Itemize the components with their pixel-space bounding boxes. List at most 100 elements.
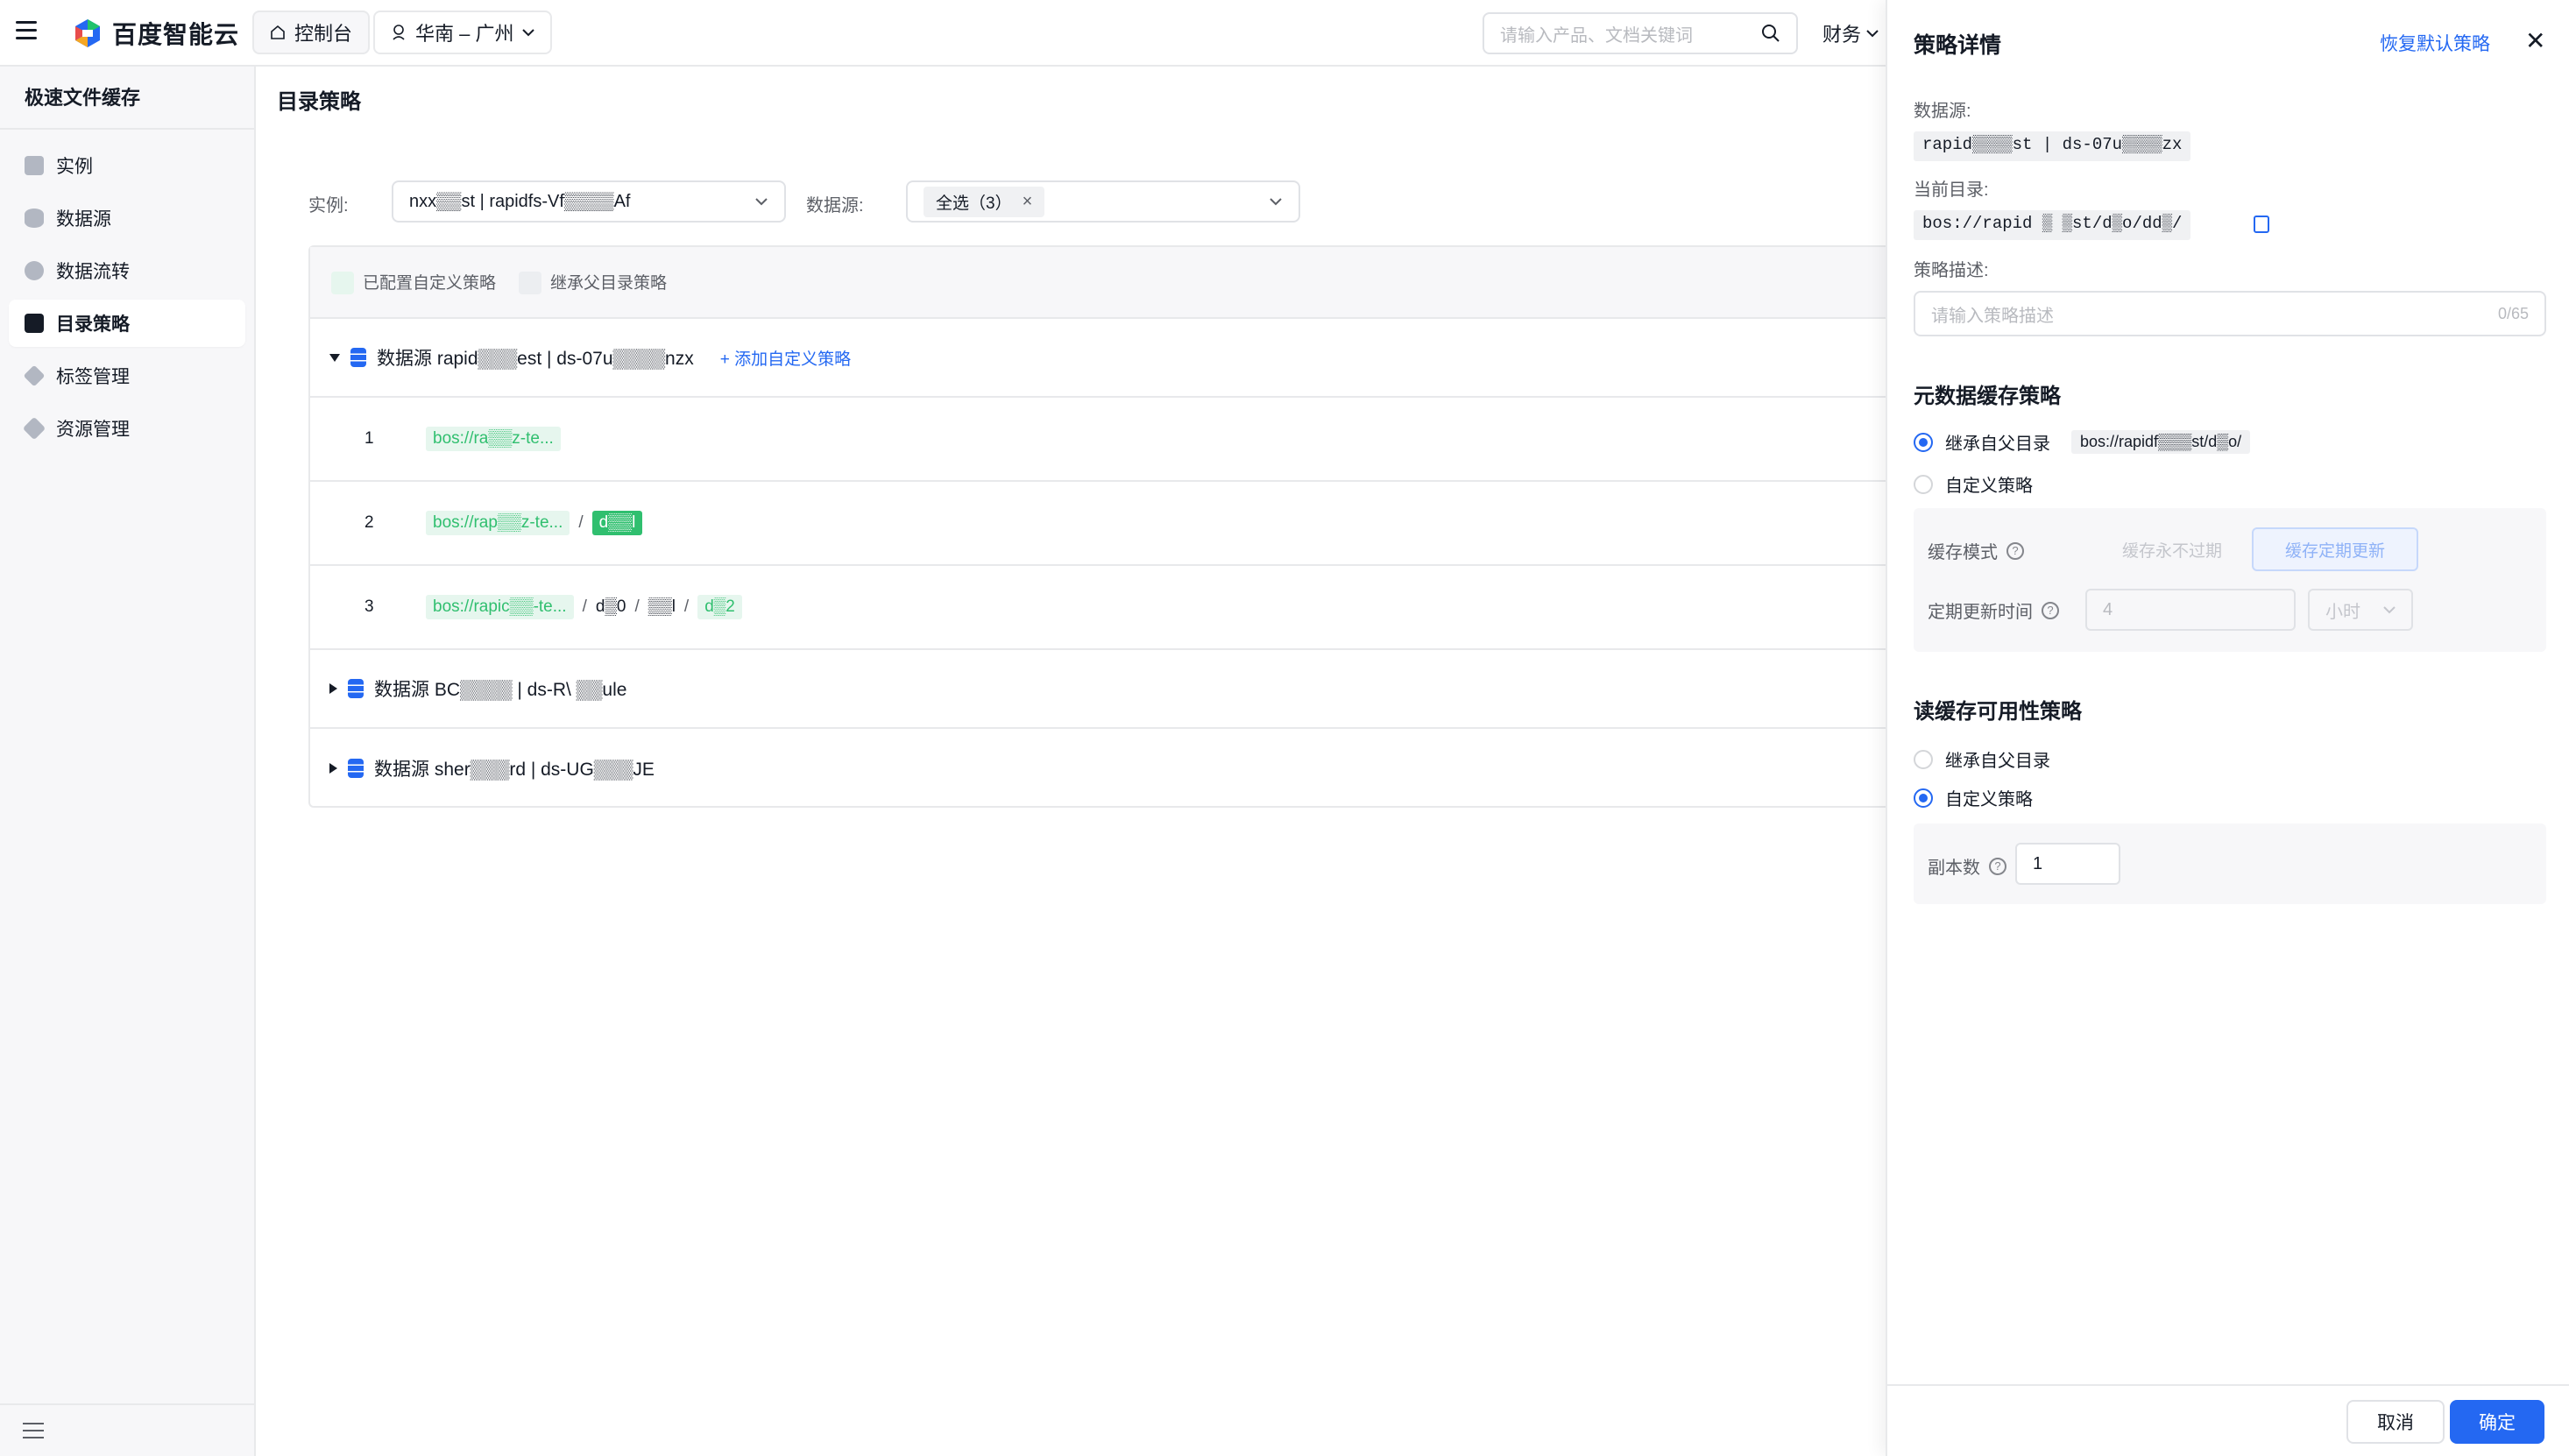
tag-close-icon[interactable]: × — [1023, 192, 1033, 212]
search-input[interactable]: 请输入产品、文档关键词 — [1483, 12, 1798, 54]
app-root: 百度智能云 控制台 华南 – 广州 请输入产品、文档关键词 财务 极速文件缓存 … — [0, 0, 2569, 1456]
close-icon[interactable]: ✕ — [2525, 26, 2545, 55]
add-custom-policy-link[interactable]: + 添加自定义策略 — [720, 346, 851, 370]
region-select[interactable]: 华南 – 广州 — [373, 11, 553, 54]
finance-label: 财务 — [1822, 24, 1862, 46]
path-row[interactable]: 3 bos://rapic▒▒-te... / d▒0 / ▒▒l / d▒2 — [310, 566, 1886, 650]
radio-unchecked-icon[interactable] — [1914, 749, 1933, 769]
layers-icon — [22, 416, 46, 441]
menu-icon[interactable] — [16, 21, 37, 40]
desc-input[interactable]: 请输入策略描述 0/65 — [1914, 291, 2546, 336]
sidebar: 极速文件缓存 实例 数据源 数据流转 目录策略 标签管理 资源管理 — [0, 67, 256, 1456]
chevron-down-icon — [522, 29, 535, 37]
legend-inherit: 继承父目录策略 — [519, 270, 667, 295]
directory-tree: 已配置自定义策略 继承父目录策略 数据源 rapid▒▒▒est | ds-07… — [308, 245, 1886, 808]
radio-label: 继承自父目录 — [1945, 435, 2050, 454]
meta-custom-radio[interactable]: 自定义策略 — [1914, 471, 2033, 497]
search-icon[interactable] — [1761, 24, 1780, 43]
datasource-value: rapid▒▒▒▒st | ds-07u▒▒▒▒zx — [1914, 131, 2191, 161]
database-icon — [350, 348, 366, 367]
path-index: 3 — [364, 597, 374, 616]
main-content: 目录策略 实例: nxx▒▒st | rapidfs-Vf▒▒▒▒Af 数据源:… — [256, 67, 1886, 1456]
chevron-down-icon — [1270, 198, 1282, 206]
sidebar-item-resources[interactable]: 资源管理 — [9, 405, 245, 452]
path-separator: / — [683, 597, 690, 616]
path-segment[interactable]: bos://ra▒▒z-te... — [426, 427, 561, 451]
read-inherit-radio[interactable]: 继承自父目录 — [1914, 746, 2050, 772]
cache-mode-label: 缓存模式 ? — [1928, 538, 2024, 563]
path-row[interactable]: 2 bos://rap▒▒z-te... / d▒▒l — [310, 482, 1886, 566]
legend-custom-label: 已配置自定义策略 — [363, 273, 497, 293]
desc-placeholder: 请输入策略描述 — [1931, 306, 2054, 326]
radio-unchecked-icon[interactable] — [1914, 474, 1933, 494]
logo-text: 百度智能云 — [112, 21, 240, 48]
read-custom-panel: 副本数 ? 1 — [1914, 823, 2546, 904]
sidebar-item-dataflow[interactable]: 数据流转 — [9, 247, 245, 294]
instance-value: nxx▒▒st | rapidfs-Vf▒▒▒▒Af — [409, 191, 631, 211]
cancel-button[interactable]: 取消 — [2346, 1400, 2445, 1444]
database-icon — [348, 759, 364, 778]
finance-menu[interactable]: 财务 — [1822, 19, 1879, 47]
instance-select[interactable]: nxx▒▒st | rapidfs-Vf▒▒▒▒Af — [392, 180, 786, 223]
sidebar-item-directory-policy[interactable]: 目录策略 — [9, 300, 245, 347]
path-segment[interactable]: d▒2 — [697, 595, 742, 619]
path-index: 2 — [364, 513, 374, 532]
datasource-group[interactable]: 数据源 sher▒▒▒rd | ds-UG▒▒▒JE — [310, 729, 1886, 808]
sidebar-collapse[interactable] — [0, 1403, 254, 1456]
path-segment[interactable]: bos://rap▒▒z-te... — [426, 511, 570, 535]
caret-right-icon[interactable] — [329, 683, 337, 694]
home-icon — [271, 25, 285, 39]
help-icon[interactable]: ? — [2042, 601, 2059, 619]
caret-right-icon[interactable] — [329, 763, 337, 774]
chevron-down-icon — [2383, 606, 2396, 614]
sidebar-item-label: 数据流转 — [56, 262, 130, 282]
cache-mode-text: 缓存模式 — [1928, 543, 1998, 562]
mode-periodic-update[interactable]: 缓存定期更新 — [2252, 527, 2418, 571]
path-segment-selected[interactable]: d▒▒l — [591, 511, 643, 535]
help-icon[interactable]: ? — [2006, 541, 2024, 560]
sidebar-item-tags[interactable]: 标签管理 — [9, 352, 245, 399]
logo[interactable]: 百度智能云 — [72, 16, 239, 51]
copy-icon[interactable] — [2254, 216, 2269, 233]
datasource-group-label: 数据源 BC▒▒▒▒ | ds-R\ ▒▒ule — [374, 680, 627, 700]
meta-inherit-radio[interactable]: 继承自父目录 bos://rapidf▒▒▒st/d▒o/ — [1914, 429, 2251, 455]
sidebar-item-datasource[interactable]: 数据源 — [9, 194, 245, 242]
replica-input[interactable]: 1 — [2015, 843, 2120, 885]
path-separator: / — [634, 597, 640, 616]
mode-never-expire[interactable]: 缓存永不过期 — [2089, 527, 2255, 571]
sidebar-item-label: 数据源 — [56, 209, 111, 230]
datasource-group-label: 数据源 sher▒▒▒rd | ds-UG▒▒▒JE — [374, 760, 655, 780]
logo-icon — [75, 19, 100, 47]
database-icon — [348, 679, 364, 698]
radio-checked-icon[interactable] — [1914, 432, 1933, 452]
console-button[interactable]: 控制台 — [252, 11, 371, 54]
drawer-title: 策略详情 — [1914, 33, 2002, 58]
server-icon — [25, 156, 44, 175]
caret-down-icon[interactable] — [329, 353, 340, 362]
path-segment[interactable]: d▒0 — [596, 597, 626, 617]
meta-section-title: 元数据缓存策略 — [1914, 385, 2061, 408]
unit-select[interactable]: 小时 — [2308, 589, 2413, 631]
read-custom-radio[interactable]: 自定义策略 — [1914, 785, 2033, 810]
datasource-group[interactable]: 数据源 BC▒▒▒▒ | ds-R\ ▒▒ule — [310, 650, 1886, 729]
datasource-select[interactable]: 全选（3） × — [906, 180, 1300, 223]
update-interval-input[interactable]: 4 — [2085, 589, 2296, 631]
radio-label: 继承自父目录 — [1945, 752, 2050, 771]
confirm-button[interactable]: 确定 — [2450, 1400, 2544, 1444]
path-separator: / — [582, 597, 587, 616]
datasource-group[interactable]: 数据源 rapid▒▒▒est | ds-07u▒▒▒▒nzx + 添加自定义策… — [310, 319, 1886, 398]
sidebar-item-label: 标签管理 — [56, 367, 130, 387]
datasource-group-label: 数据源 rapid▒▒▒est | ds-07u▒▒▒▒nzx — [377, 349, 694, 369]
current-dir-label: 当前目录: — [1914, 180, 1989, 200]
path-row[interactable]: 1 bos://ra▒▒z-te... — [310, 398, 1886, 482]
path-segment[interactable]: bos://rapic▒▒-te... — [426, 595, 574, 619]
update-interval-label: 定期更新时间 ? — [1928, 597, 2059, 623]
chevron-down-icon — [755, 198, 768, 206]
help-icon[interactable]: ? — [1989, 857, 2006, 875]
radio-checked-icon[interactable] — [1914, 788, 1933, 808]
restore-default-button[interactable]: 恢复默认策略 — [2380, 30, 2490, 56]
collapse-icon[interactable] — [23, 1423, 44, 1440]
sidebar-item-instance[interactable]: 实例 — [9, 142, 245, 189]
datasource-tag[interactable]: 全选（3） × — [924, 186, 1045, 217]
path-segment[interactable]: ▒▒l — [648, 597, 676, 617]
